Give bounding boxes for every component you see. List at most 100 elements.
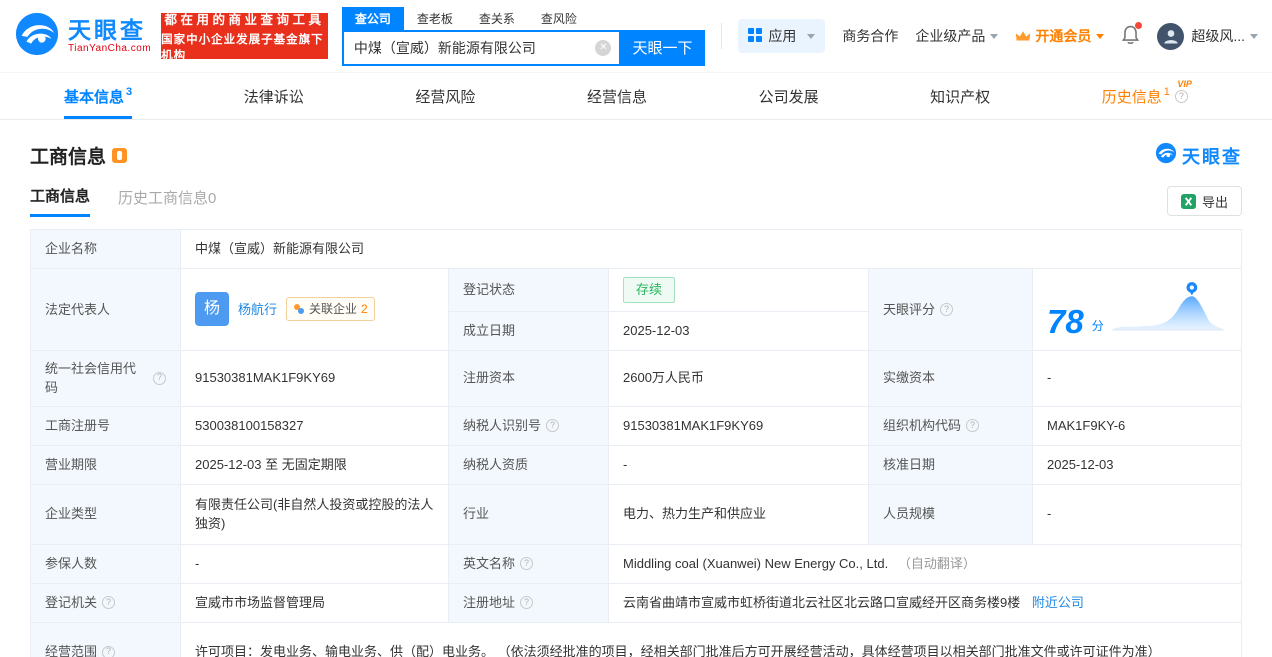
reg-address-cell: 云南省曲靖市宣威市虹桥街道北云社区北云路口宣威经开区商务楼9楼 附近公司	[609, 583, 1242, 622]
insured-value: -	[181, 544, 449, 583]
export-button[interactable]: 导出	[1167, 186, 1242, 216]
page-title: 工商信息	[30, 142, 106, 169]
tianyancha-watermark: 天眼查	[1155, 142, 1242, 169]
taxpayer-id-label-cell: 纳税人识别号 ?	[449, 406, 609, 445]
nav-cooperation[interactable]: 商务合作	[842, 26, 898, 46]
score-value: 78	[1047, 305, 1084, 338]
apps-grid-icon	[748, 28, 762, 45]
header-nav: 应用 商务合作 企业级产品 开通会员	[738, 19, 1258, 53]
company-type-label: 企业类型	[31, 484, 181, 544]
search-tab-company[interactable]: 查公司	[342, 7, 404, 30]
crown-icon	[1015, 30, 1031, 43]
search-input[interactable]	[354, 40, 596, 56]
staff-size-label: 人员规模	[869, 484, 1033, 544]
avatar	[1157, 23, 1184, 50]
tab-basic-info[interactable]: 基本信息 3	[64, 73, 132, 119]
help-icon[interactable]: ?	[102, 596, 115, 609]
company-name-value: 中煤（宣威）新能源有限公司	[181, 230, 1242, 269]
help-icon[interactable]: ?	[520, 596, 533, 609]
reg-capital-label: 注册资本	[449, 350, 609, 406]
tab-legal-proceedings[interactable]: 法律诉讼	[244, 73, 304, 119]
table-row: 工商注册号 530038100158327 纳税人识别号 ? 91530381M…	[31, 406, 1242, 445]
table-row: 参保人数 - 英文名称 ? Middling coal (Xuanwei) Ne…	[31, 544, 1242, 583]
tab-ip-label: 知识产权	[930, 86, 990, 107]
english-name-cell: Middling coal (Xuanwei) New Energy Co., …	[609, 544, 1242, 583]
related-companies-count: 2	[361, 300, 368, 318]
related-companies-badge[interactable]: 关联企业 2	[286, 297, 375, 321]
nav-enterprise-products[interactable]: 企业级产品	[915, 26, 998, 46]
score-label: 天眼评分	[883, 300, 935, 320]
table-row: 法定代表人 杨 杨航行 关联企业 2 登记状态 存续	[31, 269, 1242, 312]
reg-address-value: 云南省曲靖市宣威市虹桥街道北云社区北云路口宣威经开区商务楼9楼	[623, 595, 1020, 610]
top-header: 天眼查 TianYanCha.com 都在用的商业查询工具 国家中小企业发展子基…	[0, 0, 1272, 72]
reg-address-label: 注册地址	[463, 593, 515, 613]
search-button[interactable]: 天眼一下	[619, 30, 705, 66]
tianyancha-logo[interactable]: 天眼查 TianYanCha.com	[14, 11, 151, 62]
table-row: 企业类型 有限责任公司(非自然人投资或控股的法人独资) 行业 电力、热力生产和供…	[31, 484, 1242, 544]
score-label-cell: 天眼评分 ?	[869, 269, 1033, 351]
related-companies-label: 关联企业	[309, 300, 357, 318]
excel-icon	[1181, 194, 1196, 209]
tab-company-development[interactable]: 公司发展	[759, 73, 819, 119]
help-icon[interactable]: ?	[1175, 90, 1188, 103]
nav-open-vip[interactable]: 开通会员	[1015, 26, 1104, 46]
search-tab-boss[interactable]: 查老板	[404, 7, 466, 30]
chevron-down-icon	[990, 34, 998, 39]
org-code-value: MAK1F9KY-6	[1033, 406, 1242, 445]
header-divider	[721, 23, 722, 49]
taxpayer-quality-value: -	[609, 445, 869, 484]
credit-code-label-cell: 统一社会信用代码 ?	[31, 350, 181, 406]
english-name-label: 英文名称	[463, 554, 515, 574]
chevron-down-icon	[807, 34, 815, 39]
legal-rep-avatar[interactable]: 杨	[195, 292, 229, 326]
nav-apps[interactable]: 应用	[738, 19, 825, 53]
approval-date-label: 核准日期	[869, 445, 1033, 484]
help-icon[interactable]: ?	[966, 419, 979, 432]
subtab-history-business-info[interactable]: 历史工商信息0	[118, 187, 216, 216]
tab-intellectual-property[interactable]: 知识产权	[930, 73, 990, 119]
help-icon[interactable]: ?	[153, 372, 166, 385]
subtab-business-info[interactable]: 工商信息	[30, 185, 90, 217]
nav-vip-label: 开通会员	[1035, 26, 1091, 46]
reg-address-label-cell: 注册地址 ?	[449, 583, 609, 622]
help-icon[interactable]: ?	[940, 303, 953, 316]
help-icon[interactable]: ?	[520, 557, 533, 570]
establish-date-value: 2025-12-03	[609, 311, 869, 350]
establish-date-label: 成立日期	[449, 311, 609, 350]
clear-icon[interactable]: ✕	[595, 40, 611, 56]
tab-operation-info[interactable]: 经营信息	[587, 73, 647, 119]
taxpayer-quality-label: 纳税人资质	[449, 445, 609, 484]
search-tab-risk[interactable]: 查风险	[528, 7, 590, 30]
reg-number-label: 工商注册号	[31, 406, 181, 445]
tab-operation-label: 经营信息	[587, 86, 647, 107]
relation-icon	[293, 303, 305, 315]
status-badge: 存续	[623, 277, 675, 303]
search-tab-relation[interactable]: 查关系	[466, 7, 528, 30]
insured-label: 参保人数	[31, 544, 181, 583]
chevron-down-icon	[1096, 34, 1104, 39]
user-menu[interactable]: 超级风...	[1157, 23, 1258, 50]
export-label: 导出	[1202, 192, 1228, 211]
tab-basic-info-count: 3	[126, 86, 132, 98]
score-cell[interactable]: 78 分	[1033, 269, 1242, 351]
english-name-label-cell: 英文名称 ?	[449, 544, 609, 583]
nearby-companies-link[interactable]: 附近公司	[1032, 595, 1084, 610]
staff-size-value: -	[1033, 484, 1242, 544]
reg-authority-value: 宣威市市场监督管理局	[181, 583, 449, 622]
score-chart	[1112, 281, 1224, 339]
help-icon[interactable]: ?	[102, 646, 115, 657]
tab-operation-risk[interactable]: 经营风险	[415, 73, 475, 119]
nav-apps-label: 应用	[768, 26, 796, 46]
notification-dot	[1135, 22, 1142, 29]
tab-history-label: 历史信息	[1102, 86, 1162, 107]
tianyancha-logo-icon	[14, 11, 60, 62]
tab-history-info[interactable]: 历史信息 1 VIP ?	[1102, 73, 1208, 119]
tab-development-label: 公司发展	[759, 86, 819, 107]
reg-authority-label-cell: 登记机关 ?	[31, 583, 181, 622]
company-type-value: 有限责任公司(非自然人投资或控股的法人独资)	[181, 484, 449, 544]
legal-rep-cell: 杨 杨航行 关联企业 2	[181, 269, 449, 351]
reg-authority-label: 登记机关	[45, 593, 97, 613]
legal-rep-link[interactable]: 杨航行	[238, 300, 277, 320]
help-icon[interactable]: ?	[546, 419, 559, 432]
notification-bell[interactable]	[1121, 24, 1140, 48]
